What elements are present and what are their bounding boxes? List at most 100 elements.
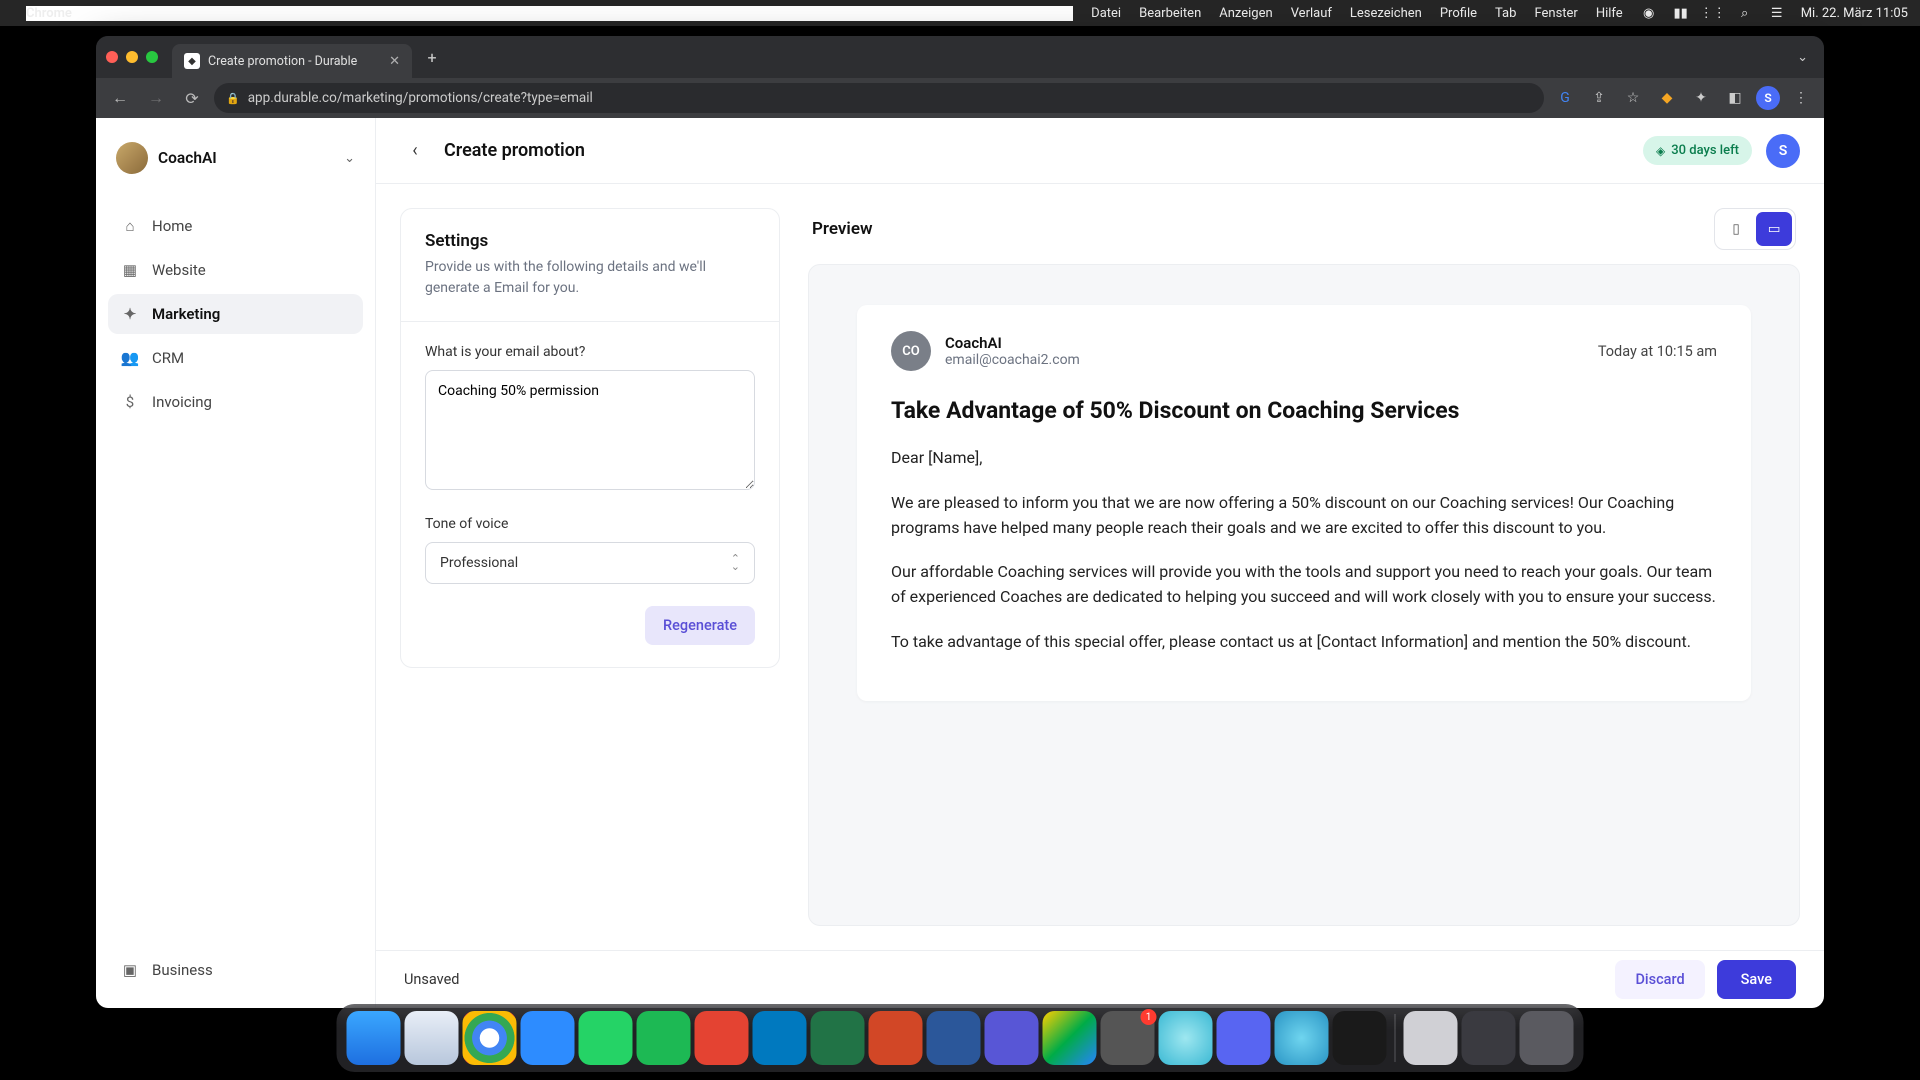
search-icon[interactable]: ⌕ bbox=[1737, 5, 1753, 21]
dock-app-spotify[interactable] bbox=[637, 1011, 691, 1065]
desktop-view-button[interactable]: ▭ bbox=[1756, 212, 1792, 246]
sender-name: CoachAI bbox=[945, 334, 1080, 352]
chrome-profile-avatar[interactable]: S bbox=[1756, 86, 1780, 110]
wifi-icon[interactable]: ⋮⋮ bbox=[1705, 5, 1721, 21]
dock-app-discord[interactable] bbox=[1217, 1011, 1271, 1065]
menu-datei[interactable]: Datei bbox=[1091, 6, 1121, 21]
forward-button[interactable]: → bbox=[142, 84, 170, 112]
dock-app-whatsapp[interactable] bbox=[579, 1011, 633, 1065]
minimize-window[interactable] bbox=[126, 51, 138, 63]
share-icon[interactable]: ⇪ bbox=[1586, 85, 1612, 111]
menu-verlauf[interactable]: Verlauf bbox=[1291, 6, 1332, 21]
sidebar-item-crm[interactable]: 👥 CRM bbox=[108, 338, 363, 378]
sidebar-item-marketing[interactable]: ✦ Marketing bbox=[108, 294, 363, 334]
mobile-icon: ▯ bbox=[1732, 222, 1739, 237]
reload-button[interactable]: ⟳ bbox=[178, 84, 206, 112]
sidebar-item-label: Marketing bbox=[152, 305, 220, 323]
workspace-switcher[interactable]: CoachAI ⌄ bbox=[108, 136, 363, 180]
app-content: CoachAI ⌄ ⌂ Home ▦ Website ✦ Marketing 👥 bbox=[96, 118, 1824, 1008]
screenrec-icon[interactable]: ◉ bbox=[1641, 5, 1657, 21]
bookmark-icon[interactable]: ☆ bbox=[1620, 85, 1646, 111]
sidebar-item-label: Invoicing bbox=[152, 393, 212, 411]
dock-app-app-blue[interactable] bbox=[1159, 1011, 1213, 1065]
tab-title: Create promotion - Durable bbox=[208, 54, 357, 69]
back-button[interactable]: ← bbox=[106, 84, 134, 112]
footer-bar: Unsaved Discard Save bbox=[376, 950, 1824, 1008]
address-bar[interactable]: 🔒 app.durable.co/marketing/promotions/cr… bbox=[214, 83, 1544, 113]
business-icon: ▣ bbox=[120, 961, 140, 979]
extensions-icon[interactable]: ✦ bbox=[1688, 85, 1714, 111]
sidepanel-icon[interactable]: ◧ bbox=[1722, 85, 1748, 111]
workspace-name: CoachAI bbox=[158, 149, 334, 167]
sidebar-item-business[interactable]: ▣ Business bbox=[108, 950, 363, 990]
crm-icon: 👥 bbox=[120, 349, 140, 367]
sidebar-item-label: Home bbox=[152, 217, 192, 235]
new-tab-button[interactable]: + bbox=[418, 43, 446, 71]
menu-profile[interactable]: Profile bbox=[1440, 6, 1477, 21]
dock-app-launchpad[interactable] bbox=[1462, 1011, 1516, 1065]
dock-app-safari[interactable] bbox=[405, 1011, 459, 1065]
dock-app-settings[interactable]: 1 bbox=[1101, 1011, 1155, 1065]
kebab-menu-icon[interactable]: ⋮ bbox=[1788, 85, 1814, 111]
menu-hilfe[interactable]: Hilfe bbox=[1596, 6, 1623, 21]
menubar-app[interactable]: Chrome bbox=[26, 6, 1073, 21]
tone-value: Professional bbox=[440, 555, 518, 571]
google-icon[interactable]: G bbox=[1552, 85, 1578, 111]
device-toggle: ▯ ▭ bbox=[1714, 208, 1796, 250]
sidebar-item-invoicing[interactable]: $ Invoicing bbox=[108, 382, 363, 422]
sidebar-item-home[interactable]: ⌂ Home bbox=[108, 206, 363, 246]
dock-app-powerpoint[interactable] bbox=[869, 1011, 923, 1065]
dock-app-drive[interactable] bbox=[1043, 1011, 1097, 1065]
battery-icon[interactable]: ▮▮ bbox=[1673, 5, 1689, 21]
menu-fenster[interactable]: Fenster bbox=[1534, 6, 1577, 21]
macos-dock: 1 bbox=[337, 1004, 1584, 1072]
close-window[interactable] bbox=[106, 51, 118, 63]
tone-select[interactable]: Professional ⌃⌄ bbox=[425, 542, 755, 584]
extension1-icon[interactable]: ◆ bbox=[1654, 85, 1680, 111]
window-controls bbox=[106, 51, 158, 63]
settings-panel: Settings Provide us with the following d… bbox=[400, 208, 780, 668]
close-tab-icon[interactable]: ✕ bbox=[389, 54, 400, 69]
trial-badge[interactable]: ◈ 30 days left bbox=[1643, 136, 1752, 165]
menubar-clock[interactable]: Mi. 22. März 11:05 bbox=[1801, 6, 1908, 21]
divider bbox=[401, 321, 779, 322]
maximize-window[interactable] bbox=[146, 51, 158, 63]
discard-button[interactable]: Discard bbox=[1615, 960, 1704, 999]
preview-viewport[interactable]: CO CoachAI email@coachai2.com Today at 1… bbox=[808, 264, 1800, 926]
trial-badge-text: 30 days left bbox=[1671, 143, 1739, 158]
sidebar-item-label: CRM bbox=[152, 349, 184, 367]
browser-tab[interactable]: ◆ Create promotion - Durable ✕ bbox=[172, 44, 412, 78]
regenerate-button[interactable]: Regenerate bbox=[645, 606, 755, 645]
save-button[interactable]: Save bbox=[1717, 960, 1796, 999]
menu-tab[interactable]: Tab bbox=[1495, 6, 1516, 21]
tabs-dropdown-icon[interactable]: ⌄ bbox=[1797, 50, 1808, 65]
save-status: Unsaved bbox=[404, 971, 459, 988]
dock-app-zoom[interactable] bbox=[521, 1011, 575, 1065]
user-avatar[interactable]: S bbox=[1766, 134, 1800, 168]
tone-label: Tone of voice bbox=[425, 516, 755, 532]
about-label: What is your email about? bbox=[425, 344, 755, 360]
control-center-icon[interactable]: ☰ bbox=[1769, 5, 1785, 21]
sidebar-item-website[interactable]: ▦ Website bbox=[108, 250, 363, 290]
menu-anzeigen[interactable]: Anzeigen bbox=[1219, 6, 1272, 21]
dock-app-imovie[interactable] bbox=[985, 1011, 1039, 1065]
email-paragraph: Our affordable Coaching services will pr… bbox=[891, 560, 1717, 610]
page-header: ‹ Create promotion ◈ 30 days left S bbox=[376, 118, 1824, 184]
dock-app-audio[interactable] bbox=[1333, 1011, 1387, 1065]
mobile-view-button[interactable]: ▯ bbox=[1718, 212, 1754, 246]
dock-app-word[interactable] bbox=[927, 1011, 981, 1065]
menu-bearbeiten[interactable]: Bearbeiten bbox=[1139, 6, 1201, 21]
dock-app-trello[interactable] bbox=[753, 1011, 807, 1065]
dock-app-todoist[interactable] bbox=[695, 1011, 749, 1065]
menu-lesezeichen[interactable]: Lesezeichen bbox=[1350, 6, 1422, 21]
dock-app-chrome[interactable] bbox=[463, 1011, 517, 1065]
dock-app-excel[interactable] bbox=[811, 1011, 865, 1065]
dock-app-trash[interactable] bbox=[1520, 1011, 1574, 1065]
dock-app-app-gray[interactable] bbox=[1404, 1011, 1458, 1065]
url-text: app.durable.co/marketing/promotions/crea… bbox=[248, 90, 593, 106]
dock-app-finder[interactable] bbox=[347, 1011, 401, 1065]
back-icon[interactable]: ‹ bbox=[400, 136, 430, 166]
about-textarea[interactable] bbox=[425, 370, 755, 490]
preview-header: Preview ▯ ▭ bbox=[808, 208, 1800, 250]
dock-app-quicktime[interactable] bbox=[1275, 1011, 1329, 1065]
